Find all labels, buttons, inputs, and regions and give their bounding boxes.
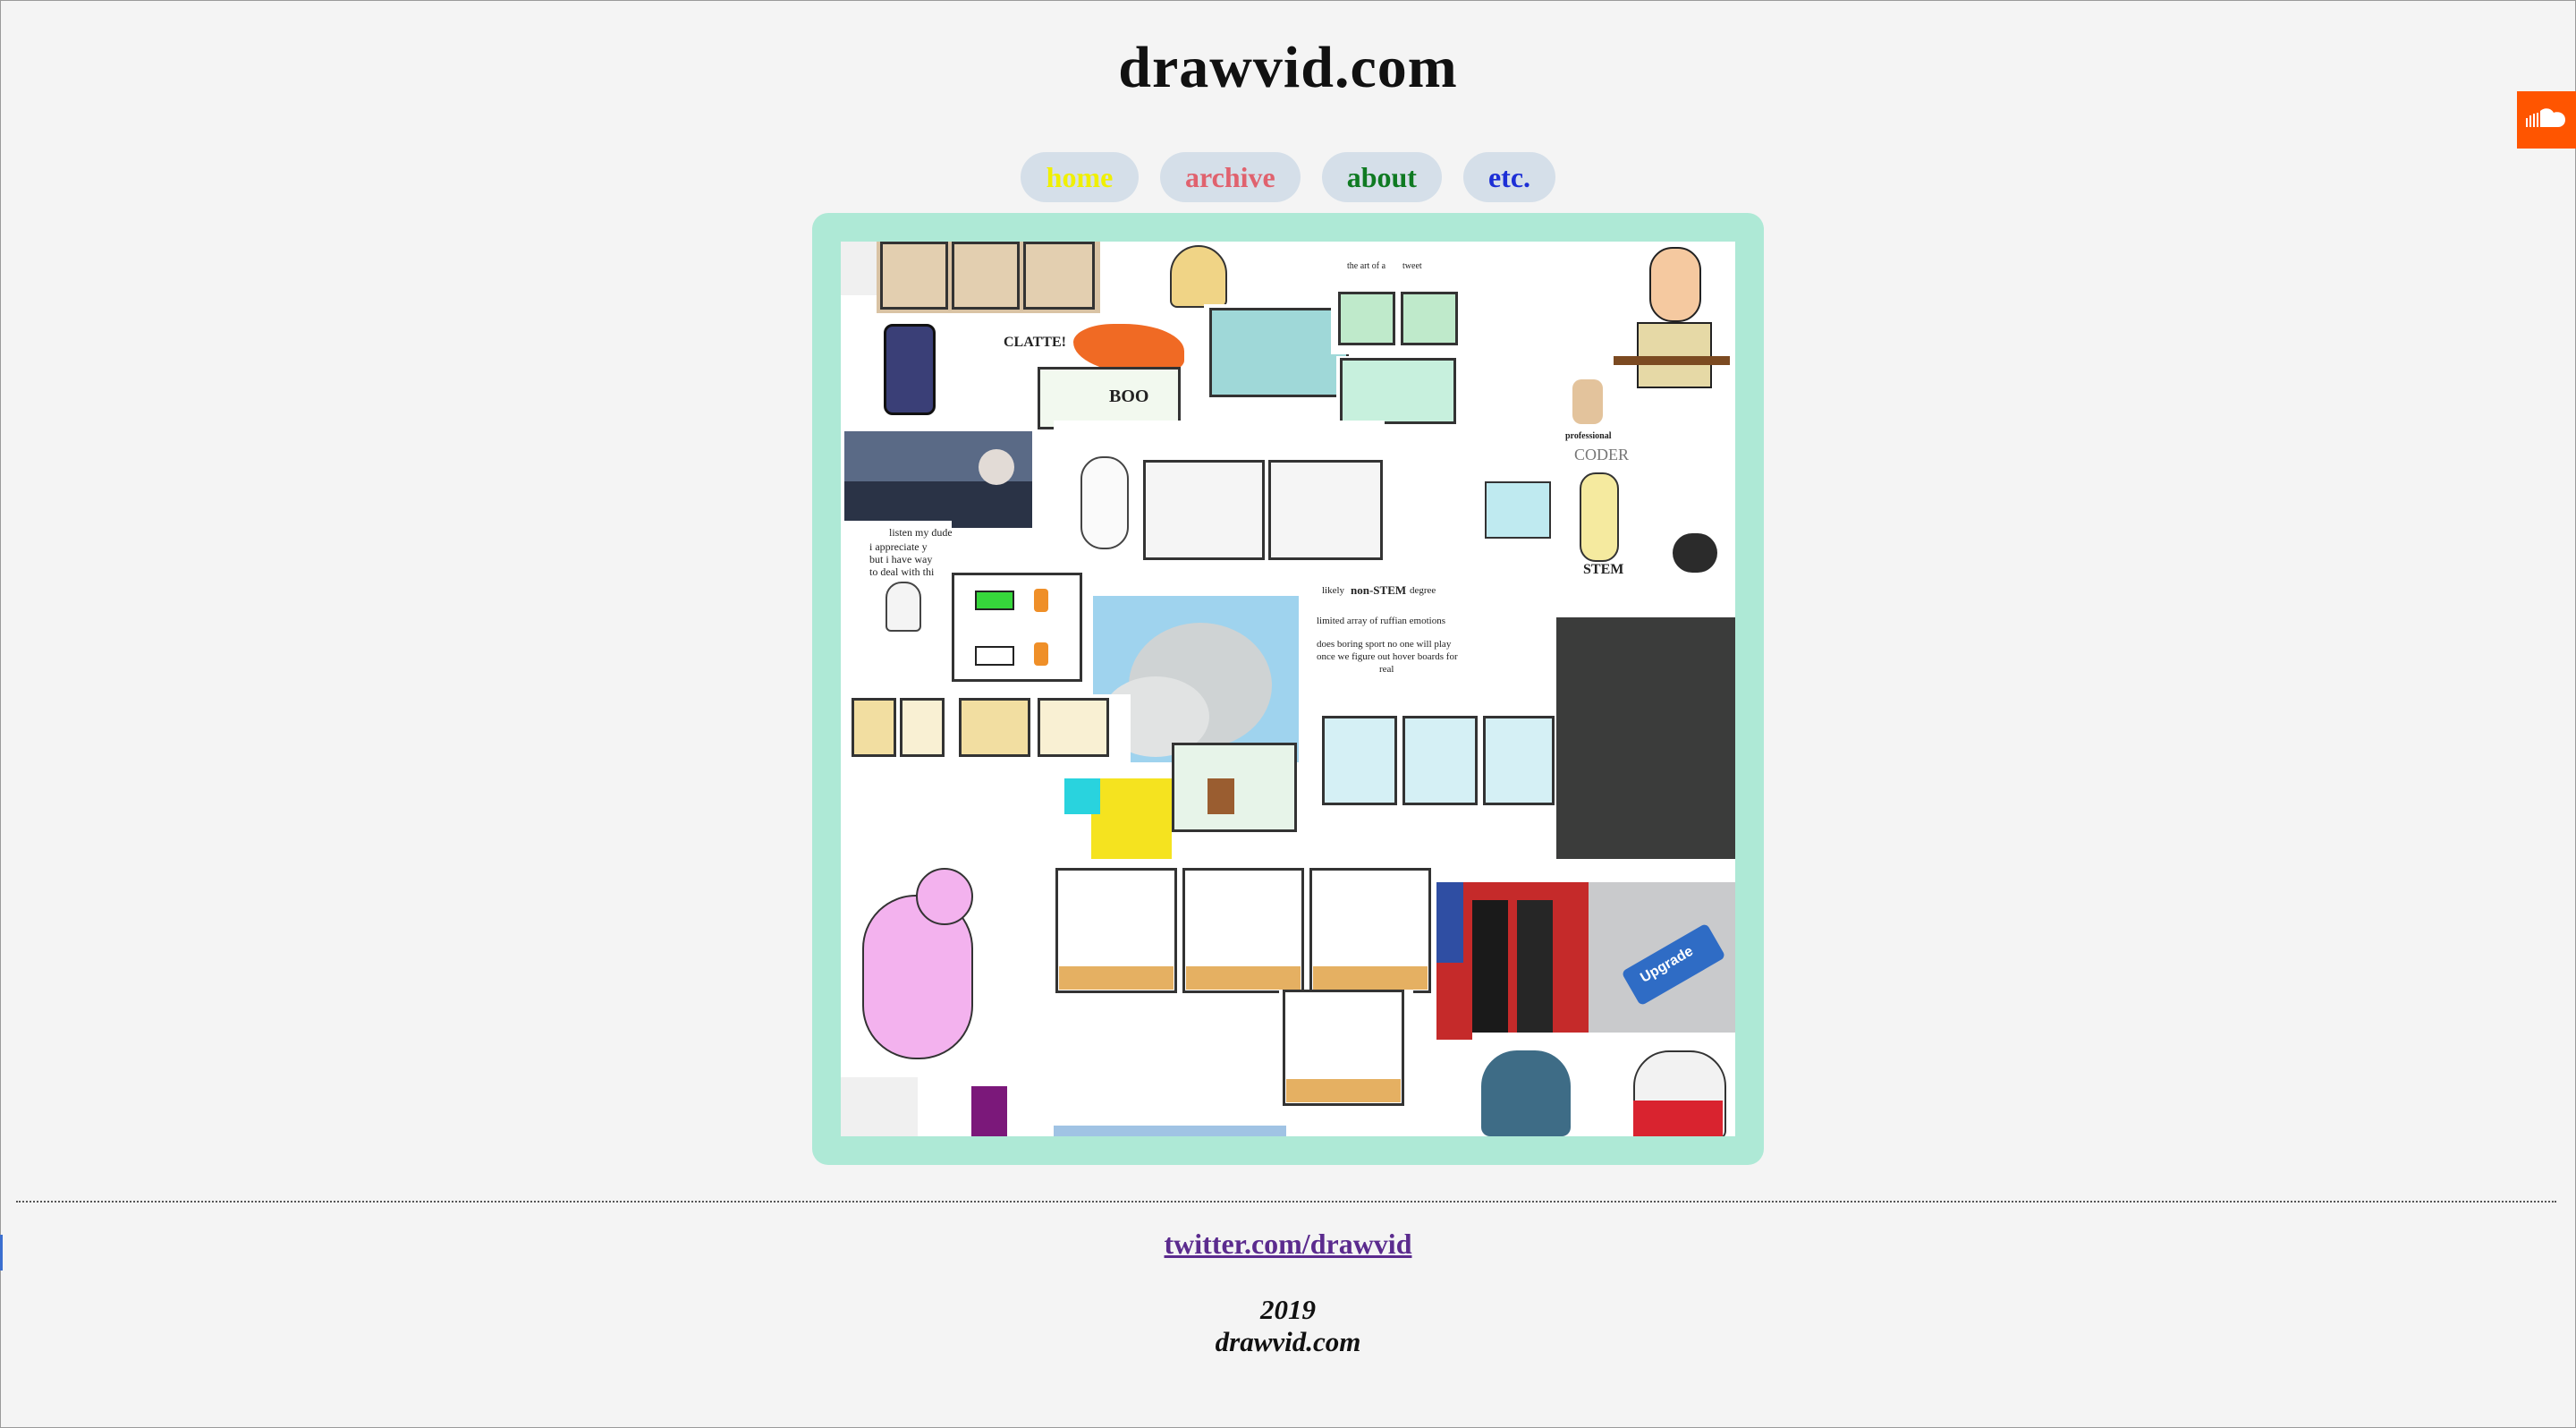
non-stem-caption: non-STEM (1351, 583, 1407, 597)
comic-collage-frame: CLATTE! BOO the art of a tweet professio… (812, 213, 1764, 1165)
appreciate-caption: i appreciate y (869, 540, 928, 553)
left-edge-tab (0, 1235, 3, 1271)
site-title: drawvid.com (1118, 35, 1458, 100)
degree-caption: degree (1410, 585, 1436, 596)
limited-caption: limited array of ruffian emotions (1317, 616, 1445, 626)
nav-archive-link[interactable]: archive (1159, 152, 1301, 202)
comic-tile-clarinet[interactable] (1279, 990, 1413, 1136)
comic-tile-green-pair[interactable] (1336, 356, 1462, 428)
comic-tile-purple[interactable] (966, 1086, 1020, 1136)
comic-tile-penguins[interactable] (841, 778, 1172, 859)
comic-tile-bottom-strip[interactable] (1054, 1126, 1286, 1136)
twitter-link[interactable]: twitter.com/drawvid (1165, 1228, 1412, 1260)
photo-handshake[interactable] (1436, 882, 1589, 1040)
professional-caption: professional (1565, 431, 1612, 441)
deal-caption: to deal with thi (869, 565, 935, 578)
comic-tile-panel-small[interactable] (841, 242, 877, 295)
art-of-caption: the art of a (1347, 261, 1386, 271)
comic-tile-barrel-men[interactable] (1055, 868, 1440, 1002)
main-nav: home archive about etc. (0, 152, 2576, 202)
comic-tile-listen[interactable]: listen my dude, i appreciate y but i hav… (844, 521, 952, 651)
nav-about-link[interactable]: about (1321, 152, 1442, 202)
clatter-caption: CLATTE! (1004, 335, 1066, 350)
comic-tile-phone[interactable] (844, 317, 987, 442)
once-caption: once we figure out hover boards for (1317, 651, 1458, 662)
upgrade-caption: Upgrade (1638, 943, 1696, 986)
comic-tile-dinosaur[interactable] (844, 859, 1023, 1092)
coder-caption: CODER (1574, 446, 1630, 463)
comic-tile-art-of-tweet[interactable]: the art of a tweet (1331, 256, 1465, 354)
tweet-caption: tweet (1402, 261, 1422, 271)
comic-tile-mustache[interactable] (1610, 242, 1735, 438)
comic-tile-professional-coder[interactable]: professional CODER STEM (1467, 428, 1637, 598)
comic-tile-stem-chart[interactable]: likely non-STEM degree limited array of … (1299, 582, 1513, 716)
photo-upgrade-key[interactable]: Upgrade (1589, 882, 1735, 1033)
real-caption: real (1379, 664, 1394, 675)
stem-caption: STEM (1583, 562, 1624, 577)
comic-tile-gray-corner[interactable] (841, 1077, 918, 1136)
footer-divider (16, 1201, 2556, 1203)
comic-tile-stool[interactable] (1172, 743, 1297, 832)
dark-image-block[interactable] (1556, 617, 1735, 859)
comic-tile-robot-replace[interactable] (1054, 421, 1385, 564)
comic-tile-battery[interactable] (943, 569, 1091, 694)
likely-caption: likely (1322, 585, 1345, 596)
boo-caption: BOO (1109, 387, 1149, 406)
nav-etc-link[interactable]: etc. (1462, 152, 1556, 202)
twitter-link-wrapper: twitter.com/drawvid (0, 1228, 2576, 1261)
comic-tile-mice[interactable] (1472, 1033, 1735, 1136)
footer-year: 2019 (1260, 1294, 1316, 1325)
have-way-caption: but i have way (869, 553, 933, 565)
soundcloud-button[interactable] (2517, 91, 2576, 149)
comic-tile-small-right[interactable] (1501, 281, 1608, 442)
nav-home-link[interactable]: home (1020, 152, 1139, 202)
comic-collage[interactable]: CLATTE! BOO the art of a tweet professio… (841, 242, 1735, 1136)
boring-caption: does boring sport no one will play (1317, 639, 1452, 650)
listen-caption: listen my dude, (889, 526, 952, 539)
photo-audience[interactable] (844, 431, 1032, 528)
comic-tile-blonde[interactable] (1125, 242, 1247, 311)
footer-site: drawvid.com (1215, 1326, 1361, 1357)
comic-tile-dog[interactable] (1637, 435, 1735, 592)
comic-tile-robes[interactable] (877, 242, 1100, 313)
footer: 2019 drawvid.com (0, 1294, 2576, 1358)
comic-tile-heads-row[interactable] (1322, 716, 1556, 814)
soundcloud-icon (2526, 108, 2565, 127)
